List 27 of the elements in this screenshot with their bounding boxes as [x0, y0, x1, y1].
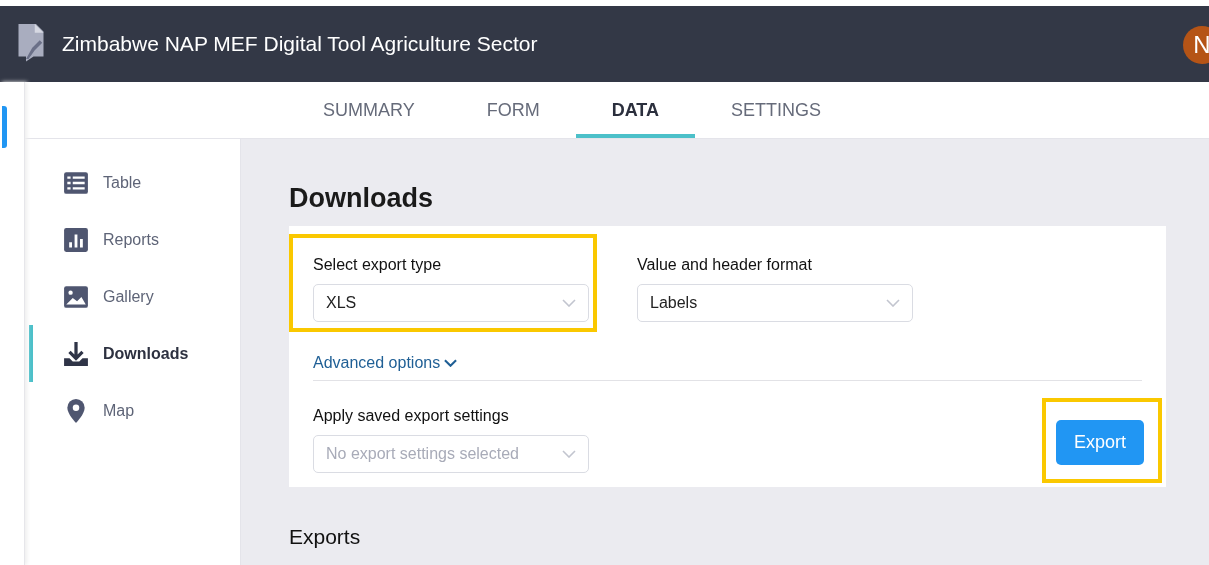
field-label: Value and header format [637, 256, 813, 274]
select-field[interactable]: Labels [637, 284, 913, 322]
user-avatar[interactable]: N [1183, 26, 1209, 64]
sidebar-item[interactable]: Table [29, 154, 240, 211]
app-logo-icon [16, 24, 46, 64]
project-title: Zimbabwe NAP MEF Digital Tool Agriculture Sector [62, 32, 538, 56]
select-field[interactable]: XLS [313, 284, 589, 322]
chevron-down-icon [562, 450, 576, 458]
bar-chart-icon [63, 226, 89, 253]
page-heading: Downloads [289, 183, 434, 214]
field-label: Apply saved export settings [313, 407, 510, 425]
sidebar-item[interactable]: Gallery [29, 268, 240, 325]
nav-tab[interactable]: SUMMARY [287, 82, 451, 138]
advanced-options-link[interactable]: Advanced options [313, 354, 458, 372]
section-heading: Exports [289, 525, 362, 549]
nav-tab[interactable]: FORM [450, 82, 576, 138]
sidebar-item[interactable]: Map [29, 382, 240, 439]
download-icon [63, 340, 89, 367]
export-button[interactable]: Export [1055, 420, 1144, 465]
sidebar-item[interactable]: Reports [29, 211, 240, 268]
chevron-down-icon [562, 299, 576, 307]
table-icon [63, 169, 89, 196]
image-icon [63, 283, 89, 310]
nav-tab[interactable]: SETTINGS [695, 82, 857, 138]
chevron-down-icon [886, 299, 900, 307]
chevron-down-icon [444, 359, 458, 367]
field-label: Select export type [313, 256, 443, 274]
